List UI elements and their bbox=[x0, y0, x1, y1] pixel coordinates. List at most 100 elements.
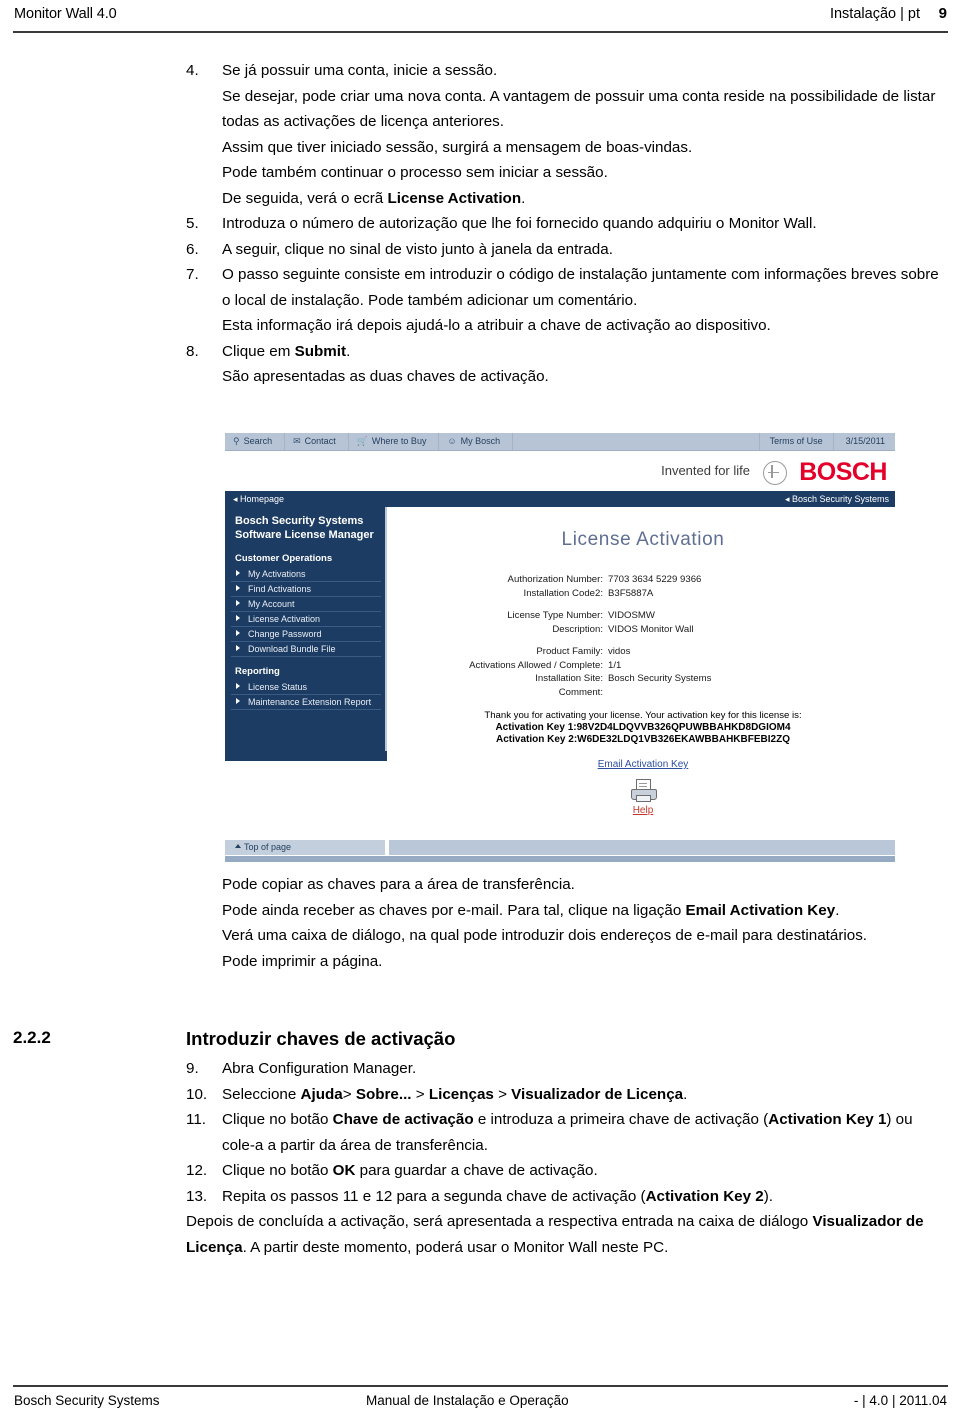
step10-post: . bbox=[683, 1085, 688, 1103]
printer-icon[interactable] bbox=[630, 779, 657, 802]
sidebar-item-license-status[interactable]: License Status bbox=[231, 680, 381, 695]
arrow-up-icon bbox=[235, 844, 241, 848]
sidebar-item-license-activation[interactable]: License Activation bbox=[231, 612, 381, 627]
header-product-title: Monitor Wall 4.0 bbox=[14, 6, 117, 22]
header-doc-type: Instalação | pt bbox=[829, 6, 920, 22]
step4-line2: Se desejar, pode criar uma nova conta. A… bbox=[222, 87, 936, 131]
step11-bold-key1: Activation Key 1 bbox=[768, 1111, 887, 1128]
step-item-10: 10. Seleccione Ajuda> Sobre... > Licença… bbox=[0, 1082, 960, 1108]
sidebar-item-my-activations[interactable]: My Activations bbox=[231, 567, 381, 582]
step-body: Se já possuir uma conta, inicie a sessão… bbox=[222, 58, 942, 211]
toolbar-spacer bbox=[513, 433, 760, 450]
field-row-description: Description: VIDOS Monitor Wall bbox=[391, 623, 895, 637]
step-number: 5. bbox=[186, 215, 199, 232]
closing-post: . A partir deste momento, poderá usar o … bbox=[242, 1238, 669, 1256]
footer-manual-title: Manual de Instalação e Operação bbox=[366, 1393, 569, 1408]
step12-text: Clique no botão OK para guardar a chave … bbox=[222, 1158, 942, 1184]
bullet-arrow-icon bbox=[236, 584, 240, 591]
sidebar-item-find-activations[interactable]: Find Activations bbox=[231, 582, 381, 597]
step12-pre: Clique no botão bbox=[222, 1162, 333, 1179]
sidebar-title: Bosch Security Systems Software License … bbox=[235, 515, 374, 541]
step11-bold-chave: Chave de activação bbox=[332, 1111, 474, 1128]
step-body: O passo seguinte consiste em introduzir … bbox=[222, 262, 942, 339]
toolbar-item-search[interactable]: ⚲ Search bbox=[225, 433, 286, 450]
step4-line5: De seguida, verá o ecrã License Activati… bbox=[222, 186, 942, 212]
toolbar-label-where-to-buy: Where to Buy bbox=[371, 436, 427, 446]
bullet-arrow-icon bbox=[236, 629, 240, 636]
toolbar-item-contact[interactable]: ✉ Contact bbox=[285, 433, 349, 450]
step10-bold-licencas: Licenças bbox=[428, 1085, 494, 1103]
top-of-page-label: Top of page bbox=[244, 842, 292, 852]
step5-text: Introduza o número de autorização que lh… bbox=[222, 215, 817, 232]
step-number: 9. bbox=[186, 1060, 199, 1077]
step-body: A seguir, clique no sinal de visto junto… bbox=[222, 237, 942, 263]
toolbar-item-my-bosch[interactable]: ☺ My Bosch bbox=[439, 433, 514, 450]
step-item-8: 8. Clique em Submit. São apresentadas as… bbox=[0, 339, 960, 390]
after-line3: Verá uma caixa de diálogo, na qual pode … bbox=[222, 927, 868, 944]
sidebar-item-download-bundle-file[interactable]: Download Bundle File bbox=[231, 642, 381, 657]
section-number: 2.2.2 bbox=[13, 1028, 51, 1047]
email-activation-key-link[interactable]: Email Activation Key bbox=[391, 759, 895, 770]
sidebar-item-maintenance-extension-report[interactable]: Maintenance Extension Report bbox=[231, 695, 381, 710]
bosch-brand-bar: Invented for life BOSCH bbox=[225, 451, 895, 491]
step-number: 8. bbox=[186, 342, 199, 360]
bullet-arrow-icon bbox=[236, 644, 240, 651]
nav-homepage-label: Homepage bbox=[240, 494, 285, 504]
screenshot-footer-strip bbox=[225, 856, 895, 862]
section-title: Introduzir chaves de activação bbox=[186, 1028, 456, 1049]
help-link[interactable]: Help bbox=[391, 805, 895, 816]
step8-line1-bold: Submit bbox=[294, 342, 347, 360]
nav-bss-label: Bosch Security Systems bbox=[791, 494, 889, 504]
step-item-9: 9. Abra Configuration Manager. bbox=[0, 1056, 960, 1082]
step7-line2: Esta informação irá depois ajudá-lo a at… bbox=[222, 317, 771, 334]
breadcrumb-navbar: ◂ Homepage ◂ Bosch Security Systems bbox=[225, 491, 895, 507]
field-label: Comment: bbox=[558, 686, 603, 698]
embedded-screenshot-license-activation: ⚲ Search ✉ Contact 🛒 Where to Buy ☺ My B… bbox=[225, 433, 895, 863]
sidebar-item-my-account[interactable]: My Account bbox=[231, 597, 381, 612]
step-number: 7. bbox=[186, 266, 199, 283]
sidebar-label: Change Password bbox=[248, 629, 322, 639]
footer-version: - | 4.0 | 2011.04 bbox=[853, 1393, 947, 1408]
field-row-product-family: Product Family: vidos bbox=[391, 645, 895, 659]
bosch-logo-icon bbox=[763, 461, 787, 485]
after-line2-post: . bbox=[835, 901, 840, 919]
toolbar-item-where-to-buy[interactable]: 🛒 Where to Buy bbox=[349, 433, 440, 450]
bullet-arrow-icon bbox=[236, 569, 240, 576]
step-item-5: 5. Introduza o número de autorização que… bbox=[0, 211, 960, 237]
step10-pre: Seleccione bbox=[222, 1085, 301, 1103]
field-label: Product Family: bbox=[536, 646, 603, 657]
step8-line1: Clique em Submit. bbox=[222, 339, 942, 365]
section-2-2-2: 2.2.2 Introduzir chaves de activação 9. … bbox=[0, 1022, 960, 1260]
toolbar-terms-of-use[interactable]: Terms of Use bbox=[760, 433, 834, 450]
sidebar-item-change-password[interactable]: Change Password bbox=[231, 627, 381, 642]
field-value: 7703 3634 5229 9366 bbox=[608, 574, 702, 585]
step-body: Introduza o número de autorização que lh… bbox=[222, 211, 942, 237]
nav-bss-link[interactable]: ◂ Bosch Security Systems bbox=[785, 494, 889, 505]
step11-pre: Clique no botão bbox=[222, 1111, 333, 1128]
step12-bold-ok: OK bbox=[332, 1162, 356, 1179]
step10-mid2: > bbox=[411, 1085, 429, 1103]
page-footer: Bosch Security Systems Manual de Instala… bbox=[0, 1390, 960, 1414]
bullet-arrow-icon bbox=[236, 599, 240, 606]
document-body: 4. Se já possuir uma conta, inicie a ses… bbox=[0, 58, 960, 390]
field-label: Installation Code2: bbox=[523, 587, 603, 599]
sidebar-tail bbox=[225, 751, 387, 761]
field-row-installation-code: Installation Code2: B3F5887A bbox=[391, 587, 895, 601]
field-value: VIDOSMW bbox=[608, 610, 655, 621]
footer-divider bbox=[13, 1385, 948, 1387]
top-of-page-link[interactable]: Top of page bbox=[225, 840, 387, 855]
field-value: vidos bbox=[608, 646, 631, 657]
step-body: Clique em Submit. São apresentadas as du… bbox=[222, 339, 942, 390]
section-heading: 2.2.2 Introduzir chaves de activação bbox=[0, 1028, 960, 1050]
closing-pre: Depois de concluída a activação, será ap… bbox=[186, 1213, 813, 1230]
step8-line1-pre: Clique em bbox=[222, 342, 295, 360]
step-number: 11. bbox=[186, 1111, 206, 1128]
after-line2: Pode ainda receber as chaves por e-mail.… bbox=[0, 898, 942, 924]
step4-line5-bold: License Activation bbox=[387, 189, 522, 207]
bosch-utility-toolbar: ⚲ Search ✉ Contact 🛒 Where to Buy ☺ My B… bbox=[225, 433, 895, 451]
nav-homepage-link[interactable]: ◂ Homepage bbox=[233, 494, 284, 505]
field-label: Activations Allowed / Complete: bbox=[469, 659, 603, 671]
sidebar-group-reporting: Reporting bbox=[235, 666, 280, 677]
step-item-13: 13. Repita os passos 11 e 12 para a segu… bbox=[0, 1184, 960, 1210]
step-number: 10. bbox=[186, 1085, 208, 1103]
